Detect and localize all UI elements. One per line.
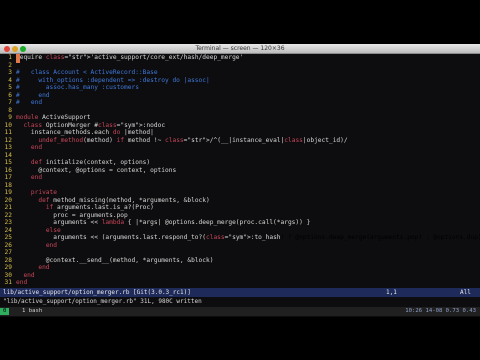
line-text: def method_missing(method, *arguments, &… — [38, 196, 210, 204]
line-text: require class="str">'active_support/core… — [16, 54, 244, 63]
code-line[interactable]: 12 undef_method(method) if method !~ cla… — [0, 137, 348, 146]
line-text: if arguments.last.is_a?(Proc) — [45, 204, 154, 211]
line-text: def initialize(context, options) — [30, 159, 151, 166]
line-text: else — [45, 226, 61, 234]
session-indicator[interactable]: 0 — [0, 308, 10, 315]
line-text: end — [38, 264, 50, 271]
vim-command-line: "lib/active_support/option_merger.rb" 31… — [3, 298, 202, 305]
vim-editor[interactable]: 1 require class="str">'active_support/cor… — [0, 54, 480, 286]
line-text: # end — [16, 91, 50, 99]
line-text: arguments << lambda { |*args| @options.d… — [16, 219, 311, 226]
line-text: undef_method(method) if method !~ class=… — [38, 136, 348, 144]
terminal-window: Terminal — screen — 120×36 1 require clas… — [0, 44, 480, 317]
line-text: end — [23, 271, 35, 279]
line-text: # end — [16, 99, 43, 106]
status-file: lib/active_support/option_merger.rb [Git… — [3, 289, 191, 296]
line-text: arguments << (arguments.last.respond_to?… — [16, 234, 480, 241]
code-line[interactable]: 1 require class="str">'active_support/cor… — [0, 54, 243, 63]
window-list[interactable]: 1 bash — [22, 307, 42, 316]
line-text: instance_methods.each do |method| — [16, 129, 154, 136]
line-text: # class Account < ActiveRecord::Base — [16, 69, 158, 76]
vim-status-bar: lib/active_support/option_merger.rb [Git… — [0, 288, 480, 297]
line-text: # assoc.has_many :customers — [16, 84, 139, 91]
window-title: Terminal — screen — 120×36 — [195, 45, 285, 52]
line-text: class OptionMerger #class="sym">:nodoc: — [23, 121, 169, 129]
line-text: proc = arguments.pop — [16, 211, 128, 219]
screen-status-bar: 0 1 bash 10:26 14-08 0.73 0.43 — [0, 307, 480, 316]
line-number: 31 — [4, 279, 12, 286]
system-info: 10:26 14-08 0.73 0.43 — [405, 308, 476, 314]
line-text: end — [30, 144, 43, 151]
status-percent: All — [460, 289, 471, 296]
line-text: # with_options :dependent => :destroy do… — [16, 76, 210, 84]
line-text: @context.__send__(method, *arguments, &b… — [16, 256, 214, 264]
code-line[interactable]: 31 end — [0, 279, 28, 288]
line-text: end — [30, 174, 43, 181]
line-text: module ActiveSupport — [16, 114, 91, 121]
line-text: @context, @options = context, options — [16, 166, 177, 174]
line-text: end — [45, 241, 57, 249]
line-text: end — [16, 279, 28, 286]
line-text: private — [30, 189, 57, 196]
title-bar: Terminal — screen — 120×36 — [0, 44, 480, 54]
status-position: 1,1 — [386, 289, 397, 296]
code-line[interactable]: 25 arguments << (arguments.last.respond_… — [0, 234, 480, 243]
